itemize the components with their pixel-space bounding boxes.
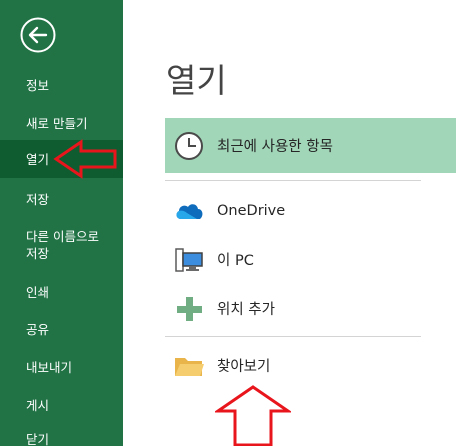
location-this-pc[interactable]: 이 PC <box>165 232 456 287</box>
sidebar-item-export[interactable]: 내보내기 <box>0 359 123 376</box>
location-label: OneDrive <box>217 202 286 219</box>
sidebar-item-publish[interactable]: 게시 <box>0 397 123 414</box>
location-label: 최근에 사용한 항목 <box>217 139 333 155</box>
backstage-sidebar: 정보 새로 만들기 열기 저장 다른 이름으로 저장 인쇄 공유 내보내기 게시… <box>0 0 123 448</box>
sidebar-item-label: 열기 <box>26 152 50 167</box>
sidebar-item-close[interactable]: 닫기 <box>0 431 123 448</box>
location-label: 이 PC <box>217 253 254 269</box>
divider <box>165 336 421 337</box>
sidebar-item-save-as[interactable]: 다른 이름으로 저장 <box>0 228 110 262</box>
cloud-icon <box>171 193 207 229</box>
sidebar-item-label: 다른 이름으로 저장 <box>26 229 99 261</box>
sidebar-item-label: 새로 만들기 <box>26 116 88 131</box>
clock-icon <box>171 128 207 164</box>
sidebar-item-save[interactable]: 저장 <box>0 191 123 208</box>
sidebar-item-label: 인쇄 <box>26 285 50 300</box>
location-browse[interactable]: 찾아보기 <box>165 338 456 393</box>
computer-icon <box>171 242 207 278</box>
divider <box>165 180 421 181</box>
page-title: 열기 <box>166 61 227 100</box>
sidebar-item-new[interactable]: 새로 만들기 <box>0 115 123 132</box>
location-label: 찾아보기 <box>217 359 271 375</box>
location-onedrive[interactable]: OneDrive <box>165 183 456 238</box>
sidebar-item-print[interactable]: 인쇄 <box>0 284 123 301</box>
sidebar-item-label: 저장 <box>26 192 50 207</box>
location-label: 위치 추가 <box>217 302 275 318</box>
sidebar-item-label: 게시 <box>26 398 50 413</box>
back-arrow-icon[interactable] <box>19 16 57 54</box>
sidebar-item-share[interactable]: 공유 <box>0 321 123 338</box>
folder-icon <box>171 348 207 384</box>
location-recent[interactable]: 최근에 사용한 항목 <box>165 118 456 173</box>
sidebar-item-label: 닫기 <box>26 432 50 447</box>
sidebar-item-info[interactable]: 정보 <box>0 77 123 94</box>
location-add-place[interactable]: 위치 추가 <box>165 281 456 336</box>
sidebar-item-label: 정보 <box>26 78 50 93</box>
sidebar-item-label: 공유 <box>26 322 50 337</box>
sidebar-item-open[interactable]: 열기 <box>0 140 123 178</box>
plus-icon <box>171 291 207 327</box>
sidebar-item-label: 내보내기 <box>26 360 73 375</box>
open-pane: 열기 최근에 사용한 항목 OneDrive 이 PC 위치 추가 찾아보기 <box>123 0 456 446</box>
